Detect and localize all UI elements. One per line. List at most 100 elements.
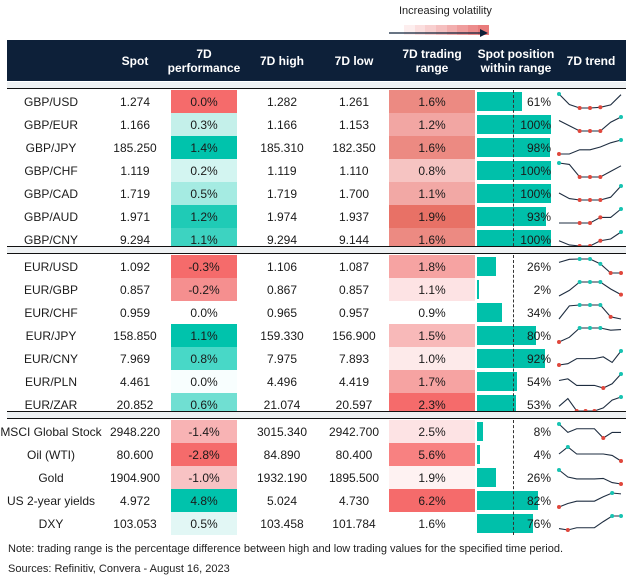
high-value: 5.024 — [266, 493, 298, 508]
instrument-name: GBP/JPY — [25, 140, 77, 155]
trend-low-marker — [598, 238, 603, 243]
table-row: GBP/USD 1.274 0.0% 1.282 1.261 1.6% 61% — [7, 90, 626, 113]
table-row: EUR/JPY 158.850 1.1% 159.330 156.900 1.5% 80% — [7, 324, 626, 347]
arrow-right-icon — [389, 29, 488, 37]
trend-sparkline — [558, 257, 623, 275]
table-row: Gold 1904.900 -1.0% 1932.190 1895.500 1.9% 26% — [7, 466, 626, 489]
trend-high-marker — [588, 257, 592, 261]
spot-value: 158.850 — [113, 328, 157, 343]
performance-value: -2.8% — [171, 443, 237, 466]
spot-value: 1.166 — [119, 117, 151, 132]
trend-low-marker — [577, 221, 582, 225]
sources-text: Sources: Refinitiv, Convera - August 16,… — [8, 563, 230, 575]
performance-value: 1.1% — [171, 324, 237, 347]
high-value: 1932.190 — [256, 470, 308, 485]
trend-low-marker — [588, 198, 592, 202]
low-value: 1.110 — [339, 163, 369, 178]
trend-line — [559, 139, 622, 155]
trend-high-marker — [619, 395, 623, 399]
trend-high-marker — [619, 184, 623, 188]
trend-line — [558, 423, 621, 439]
trend-sparkline — [557, 138, 623, 156]
trend-low-marker — [619, 482, 623, 486]
instrument-name: US 2-year yields — [6, 493, 96, 508]
performance-value: 1.2% — [171, 205, 237, 228]
high-value: 1.106 — [266, 259, 298, 274]
instrument-name: EUR/USD — [23, 259, 78, 274]
midpoint-dashed-line — [513, 90, 514, 251]
trend-sparkline — [558, 372, 623, 390]
trend-high-marker — [577, 257, 582, 261]
trend-sparkline — [558, 445, 623, 463]
trend-high-marker — [557, 422, 561, 426]
trading-range-value: 1.5% — [389, 324, 475, 347]
trend-sparkline — [557, 491, 622, 509]
low-value: 7.893 — [338, 351, 370, 366]
table-row: GBP/CAD 1.719 0.5% 1.719 1.700 1.1% 100% — [7, 182, 626, 205]
trend-sparkline — [557, 422, 621, 440]
header-low: 7D low — [334, 53, 374, 68]
trading-range-value: 1.0% — [389, 347, 475, 370]
trend-line — [559, 208, 622, 224]
spot-position-value: 92% — [526, 351, 551, 366]
low-value: 101.784 — [332, 516, 376, 531]
trend-low-marker — [588, 221, 592, 225]
trend-line — [558, 350, 622, 366]
spot-position-value: 98% — [526, 140, 551, 155]
trading-range-value: 1.9% — [389, 205, 475, 228]
spot-position-value: 4% — [533, 447, 551, 462]
table-row: MSCI Global Stock 2948.220 -1.4% 3015.340 29… — [0, 420, 626, 443]
spot-value: 0.959 — [119, 305, 151, 320]
instrument-name: DXY — [38, 516, 64, 531]
group-rule — [7, 411, 626, 412]
performance-value: 0.8% — [171, 347, 237, 370]
trend-low-marker — [577, 106, 582, 110]
trend-low-marker — [619, 271, 623, 275]
table-row: US 2-year yields 4.972 4.8% 5.024 4.730 6.2% 8… — [7, 489, 626, 512]
spot-value: 1.719 — [119, 186, 151, 201]
trend-high-marker — [610, 491, 615, 495]
instrument-name: GBP/EUR — [23, 117, 78, 132]
trend-sparkline — [557, 161, 622, 179]
trend-low-marker — [557, 505, 561, 509]
performance-value: -0.3% — [171, 255, 237, 278]
trend-low-marker — [565, 528, 570, 532]
trend-high-marker — [619, 349, 623, 353]
spot-value: 1904.900 — [109, 470, 161, 485]
spot-position-value: 8% — [533, 424, 551, 439]
trend-line — [558, 373, 622, 389]
high-value: 4.496 — [266, 374, 298, 389]
spot-position-value: 26% — [526, 259, 551, 274]
trend-high-marker — [557, 468, 561, 472]
trend-low-marker — [598, 215, 603, 220]
trend-low-marker — [557, 363, 561, 367]
spot-position-value: 54% — [526, 374, 551, 389]
table-row: GBP/EUR 1.166 0.3% 1.166 1.153 1.2% 100% — [7, 113, 626, 136]
trading-range-value: 1.9% — [389, 466, 475, 489]
trading-range-value: 1.2% — [389, 113, 475, 136]
trend-line — [558, 116, 622, 132]
trading-range-value: 1.7% — [389, 370, 475, 393]
trend-sparkline — [558, 280, 623, 297]
instrument-name: EUR/JPY — [25, 328, 77, 343]
trading-range-value: 5.6% — [389, 443, 475, 466]
trend-high-marker — [577, 280, 582, 284]
trend-high-marker — [598, 280, 603, 284]
spot-position-value: 100% — [520, 163, 551, 178]
trend-high-marker — [598, 303, 603, 307]
spot-value: 185.250 — [113, 140, 157, 155]
header-trend: 7D trend — [566, 53, 616, 68]
group-rule — [7, 88, 626, 89]
high-value: 1.166 — [266, 117, 298, 132]
trend-line — [558, 515, 621, 531]
low-value: 1895.500 — [328, 470, 380, 485]
spot-value: 1.119 — [120, 163, 150, 178]
high-value: 84.890 — [263, 447, 301, 462]
instrument-name: GBP/CAD — [23, 186, 78, 201]
trend-sparkline — [557, 349, 623, 367]
instrument-name: GBP/USD — [23, 94, 78, 109]
group-rule — [7, 253, 626, 254]
trend-high-marker — [619, 230, 623, 234]
trend-line — [558, 469, 622, 485]
spot-value: 2948.220 — [109, 424, 161, 439]
